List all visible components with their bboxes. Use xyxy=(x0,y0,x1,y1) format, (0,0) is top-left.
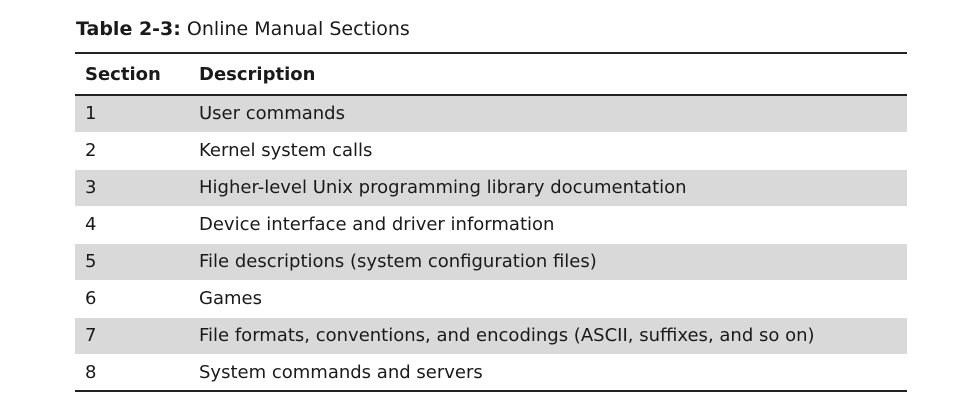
cell-description: User commands xyxy=(199,103,345,125)
header-section: Section xyxy=(85,63,161,85)
manual-sections-table-container: Section Description 1 User commands 2 Ke… xyxy=(75,52,907,392)
cell-description: File descriptions (system configuration … xyxy=(199,251,597,272)
table-number: Table 2-3: xyxy=(76,18,181,40)
table-row: 4 Device interface and driver informatio… xyxy=(75,206,907,243)
cell-description: Device interface and driver information xyxy=(199,214,555,235)
cell-section: 4 xyxy=(85,214,97,235)
cell-section: 7 xyxy=(85,325,97,346)
table-header: Section Description xyxy=(75,53,907,95)
table-row: 8 System commands and servers xyxy=(75,354,907,391)
table-caption: Table 2-3: Online Manual Sections xyxy=(76,16,410,42)
table-row: 6 Games xyxy=(75,280,907,317)
manual-sections-table: Section Description 1 User commands 2 Ke… xyxy=(75,52,907,392)
cell-section: 2 xyxy=(85,140,97,161)
cell-section: 5 xyxy=(85,251,97,272)
cell-section: 3 xyxy=(85,177,97,198)
cell-section: 8 xyxy=(85,361,97,383)
cell-description: Kernel system calls xyxy=(199,140,373,161)
table-row: 5 File descriptions (system configuratio… xyxy=(75,243,907,280)
cell-description: System commands and servers xyxy=(199,361,483,383)
table-body: 1 User commands 2 Kernel system calls 3 … xyxy=(75,95,907,391)
table-row: 3 Higher-level Unix programming library … xyxy=(75,169,907,206)
header-description: Description xyxy=(199,63,316,85)
cell-description: File formats, conventions, and encodings… xyxy=(199,325,815,346)
table-row: 1 User commands xyxy=(75,95,907,132)
header-row: Section Description xyxy=(75,53,907,95)
cell-description: Games xyxy=(199,288,262,309)
table-title: Online Manual Sections xyxy=(180,18,410,40)
table-row: 7 File formats, conventions, and encodin… xyxy=(75,317,907,354)
cell-description: Higher-level Unix programming library do… xyxy=(199,177,687,198)
cell-section: 1 xyxy=(85,103,97,125)
table-row: 2 Kernel system calls xyxy=(75,132,907,169)
cell-section: 6 xyxy=(85,288,97,309)
